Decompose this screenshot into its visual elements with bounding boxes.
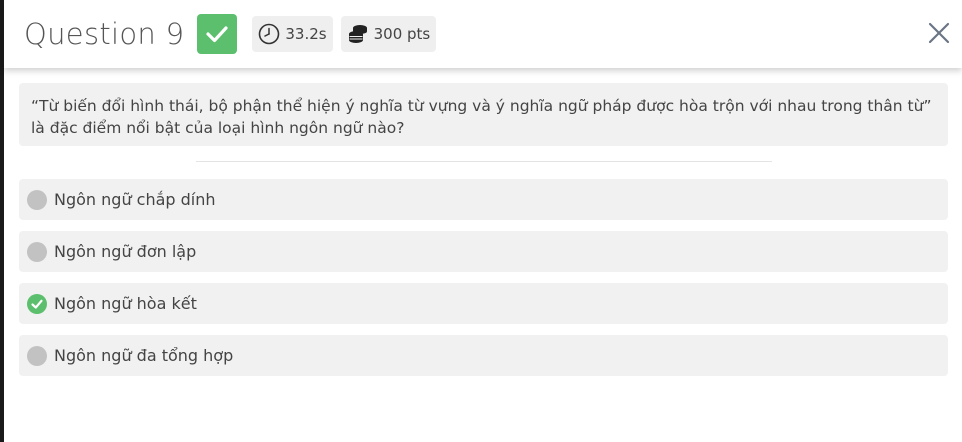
clock-icon bbox=[258, 23, 280, 45]
answer-option-label: Ngôn ngữ đơn lập bbox=[54, 242, 197, 261]
radio-unselected-icon bbox=[27, 189, 47, 210]
timer-value: 33.2s bbox=[285, 25, 327, 43]
question-header: Question 9 33.2s 300 pts bbox=[4, 0, 962, 68]
divider bbox=[196, 161, 772, 162]
answer-option-label: Ngôn ngữ hòa kết bbox=[54, 294, 197, 313]
timer-chip: 33.2s bbox=[252, 16, 333, 52]
close-button[interactable] bbox=[926, 20, 952, 46]
points-value: 300 pts bbox=[373, 25, 431, 43]
question-text: “Từ biến đổi hình thái, bộ phận thể hiện… bbox=[31, 97, 932, 137]
question-title: Question 9 bbox=[24, 17, 185, 51]
checkmark-icon bbox=[206, 26, 228, 43]
radio-unselected-icon bbox=[27, 345, 47, 366]
question-text-box: “Từ biến đổi hình thái, bộ phận thể hiện… bbox=[19, 83, 948, 146]
answer-option[interactable]: Ngôn ngữ đơn lập bbox=[19, 231, 948, 272]
correct-badge bbox=[197, 14, 238, 54]
coins-icon bbox=[347, 23, 369, 45]
answer-option-label: Ngôn ngữ chắp dính bbox=[54, 190, 216, 209]
answer-option[interactable]: Ngôn ngữ đa tổng hợp bbox=[19, 335, 948, 376]
answer-option[interactable]: Ngôn ngữ chắp dính bbox=[19, 179, 948, 220]
points-chip: 300 pts bbox=[340, 16, 437, 52]
answer-option-label: Ngôn ngữ đa tổng hợp bbox=[54, 346, 234, 365]
radio-unselected-icon bbox=[27, 241, 47, 262]
correct-check-icon bbox=[27, 293, 47, 314]
close-icon bbox=[928, 22, 950, 44]
answer-option-correct[interactable]: Ngôn ngữ hòa kết bbox=[19, 283, 948, 324]
